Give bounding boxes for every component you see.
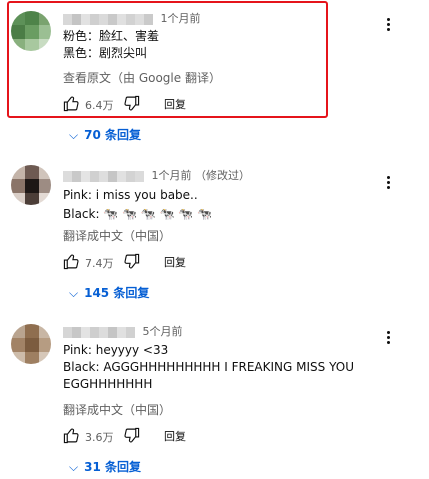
comment-time[interactable]: 1个月前 xyxy=(161,12,201,25)
like-count: 6.4万 xyxy=(85,99,114,112)
comment-time[interactable]: 1个月前 xyxy=(152,169,192,182)
comment-line: Black: 🐄 🐄 🐄 🐄 🐄 🐄 xyxy=(63,207,213,221)
comment-line: Black: AGGGHHHHHHHHH I FREAKING MISS YOU xyxy=(63,360,354,374)
view-replies-button[interactable]: ⌵ 70 条回复 xyxy=(69,126,141,143)
replies-count-label: 145 条回复 xyxy=(84,286,150,300)
comment-3: 5个月前 Pink: heyyyy <33 Black: AGGGHHHHHHH… xyxy=(0,310,429,479)
comment-time[interactable]: 5个月前 xyxy=(143,325,183,338)
replies-count-label: 70 条回复 xyxy=(84,128,141,142)
comment-text: Pink: i miss you babe.. Black: 🐄 🐄 🐄 🐄 🐄… xyxy=(63,187,212,223)
like-icon[interactable] xyxy=(63,253,80,270)
view-replies-button[interactable]: ⌵ 31 条回复 xyxy=(69,458,141,475)
comment-line: Pink: i miss you babe.. xyxy=(63,188,198,202)
comment-meta: 1个月前 xyxy=(63,10,201,26)
reply-button[interactable]: 回复 xyxy=(164,254,186,270)
like-icon[interactable] xyxy=(63,427,80,444)
view-replies-button[interactable]: ⌵ 145 条回复 xyxy=(69,284,149,301)
chevron-down-icon: ⌵ xyxy=(69,286,79,300)
reply-button[interactable]: 回复 xyxy=(164,96,186,112)
more-options-icon[interactable] xyxy=(380,16,396,34)
dislike-icon[interactable] xyxy=(123,95,140,112)
comment-1: 1个月前 粉色：脸红、害羞 黑色：剧烈尖叫 查看原文（由 Google 翻译） … xyxy=(0,0,429,150)
translate-link[interactable]: 翻译成中文（中国） xyxy=(63,227,171,244)
comment-line: 黑色：剧烈尖叫 xyxy=(63,46,148,60)
edited-label: （修改过） xyxy=(195,169,250,182)
comment-line: Pink: heyyyy <33 xyxy=(63,343,169,357)
avatar[interactable] xyxy=(11,324,51,364)
author-name-blurred[interactable] xyxy=(63,326,135,338)
replies-count-label: 31 条回复 xyxy=(84,460,141,474)
avatar[interactable] xyxy=(11,11,51,51)
chevron-down-icon: ⌵ xyxy=(69,460,79,474)
comment-meta: 1个月前 （修改过） xyxy=(63,167,250,183)
dislike-icon[interactable] xyxy=(123,253,140,270)
translate-link[interactable]: 翻译成中文（中国） xyxy=(63,401,171,418)
more-options-icon[interactable] xyxy=(380,329,396,347)
comment-2: 1个月前 （修改过） Pink: i miss you babe.. Black… xyxy=(0,150,429,310)
reply-button[interactable]: 回复 xyxy=(164,428,186,444)
like-icon[interactable] xyxy=(63,95,80,112)
comment-line: 粉色：脸红、害羞 xyxy=(63,29,160,43)
author-name-blurred[interactable] xyxy=(63,13,153,25)
avatar[interactable] xyxy=(11,165,51,205)
dislike-icon[interactable] xyxy=(123,427,140,444)
like-count: 7.4万 xyxy=(85,257,114,270)
like-count: 3.6万 xyxy=(85,431,114,444)
translate-link[interactable]: 查看原文（由 Google 翻译） xyxy=(63,69,221,86)
comment-text: 粉色：脸红、害羞 黑色：剧烈尖叫 xyxy=(63,28,159,62)
comment-meta: 5个月前 xyxy=(63,323,183,339)
comment-text: Pink: heyyyy <33 Black: AGGGHHHHHHHHH I … xyxy=(63,342,354,393)
more-options-icon[interactable] xyxy=(380,174,396,192)
comment-line: EGGHHHHHHH xyxy=(63,377,153,391)
chevron-down-icon: ⌵ xyxy=(69,128,79,142)
author-name-blurred[interactable] xyxy=(63,170,144,182)
